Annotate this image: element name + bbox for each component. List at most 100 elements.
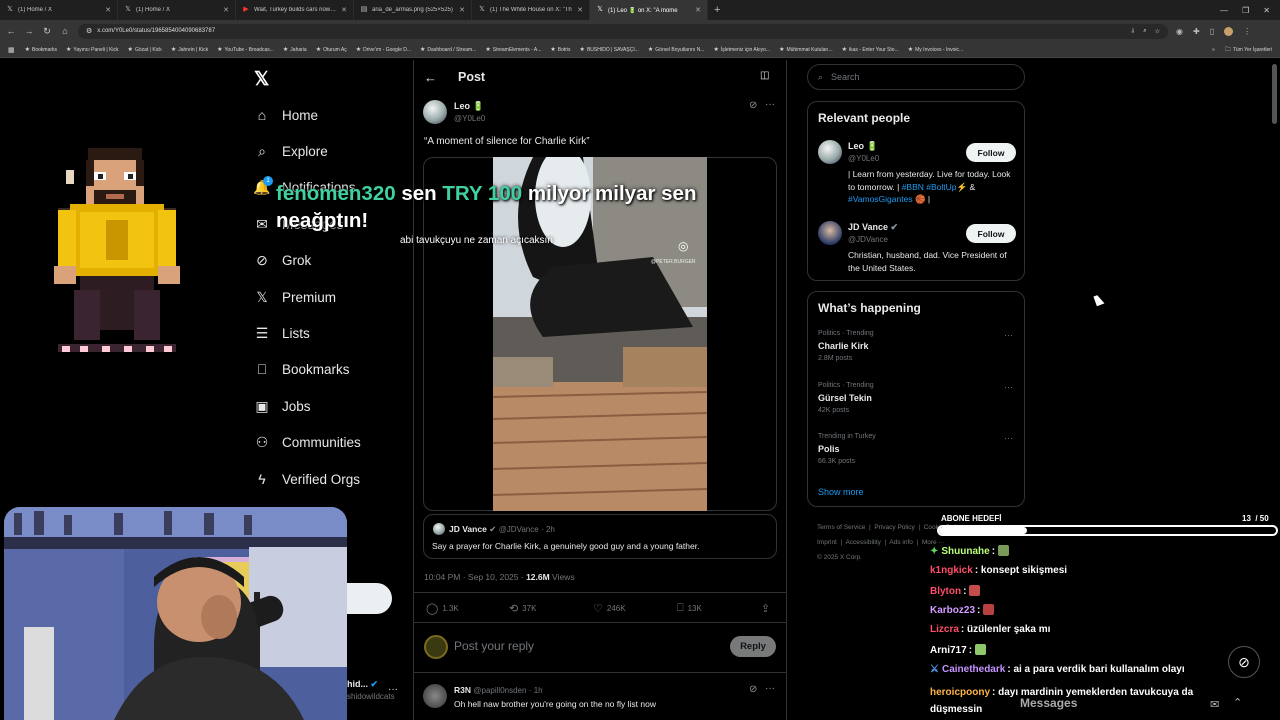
nav-item-premium[interactable]: 𝕏 Premium: [254, 289, 336, 305]
new-tab-button[interactable]: +: [708, 4, 726, 16]
reply-input[interactable]: Post your reply: [454, 639, 534, 653]
author-handle[interactable]: @Y0Le0: [454, 114, 485, 123]
nav-item-home[interactable]: ⌂ Home: [254, 107, 318, 123]
bookmark-item[interactable]: ★ Drive'ım - Google D...: [356, 46, 411, 54]
bookmark-item[interactable]: ★ Jaharia: [283, 46, 307, 54]
trend-more-icon[interactable]: ···: [1004, 382, 1013, 392]
nav-item-bookmarks[interactable]: ⎕ Bookmarks: [254, 361, 350, 378]
bookmark-item[interactable]: ★ StreamElements - A...: [485, 46, 541, 54]
apps-grid-icon[interactable]: ▦: [8, 46, 15, 54]
browser-tab[interactable]: 𝕏 (1) The White House on X: "Th ✕: [472, 0, 590, 20]
search-input[interactable]: ⌕ Search: [807, 64, 1025, 90]
reply-author-handle[interactable]: @papill0nsden: [473, 686, 526, 695]
zoom-icon[interactable]: ⌕: [1143, 28, 1146, 35]
home-icon[interactable]: ⌂: [60, 26, 70, 36]
expand-up-icon[interactable]: ⌃: [1233, 696, 1242, 709]
new-message-icon[interactable]: ✉: [1210, 698, 1219, 711]
page-scrollbar[interactable]: [1272, 64, 1277, 124]
tab-close-icon[interactable]: ✕: [459, 6, 465, 14]
profile-avatar-icon[interactable]: [1224, 26, 1234, 36]
browser-tab[interactable]: ▤ ana_de_armas.png (525×525) ✕: [354, 0, 472, 20]
trend-more-icon[interactable]: ···: [1004, 330, 1013, 340]
footer-link[interactable]: Imprint: [817, 539, 837, 546]
bookmark-item[interactable]: ★ BUSHIDO | SAVAŞÇI...: [580, 46, 639, 54]
more-options-icon[interactable]: ···: [765, 99, 775, 110]
reply-more-icon[interactable]: ···: [765, 683, 775, 694]
bookmark-item[interactable]: ★ Mühimmat Kutuları...: [779, 46, 833, 54]
bookmark-star-icon[interactable]: ☆: [1155, 28, 1160, 35]
reply-author-name[interactable]: R3N: [454, 685, 471, 695]
bio-hashtag[interactable]: #VamosGigantes: [848, 194, 913, 204]
bookmark-item[interactable]: ★ ikas - Enter Your Sto...: [842, 46, 899, 54]
like-action[interactable]: ♡ 246K: [593, 602, 626, 615]
tab-close-icon[interactable]: ✕: [695, 6, 701, 14]
maximize-icon[interactable]: ❐: [1242, 6, 1249, 15]
tab-close-icon[interactable]: ✕: [341, 6, 347, 14]
bookmark-item[interactable]: ★ My Invoices - Invoic...: [908, 46, 963, 54]
bio-hashtag[interactable]: #BBN #BoltUp⚡: [902, 182, 967, 192]
minimize-icon[interactable]: —: [1220, 6, 1228, 15]
bookmark-item[interactable]: ★ Gözat | Kick: [128, 46, 162, 54]
sidebar-icon[interactable]: ▯: [1210, 27, 1214, 36]
footer-link[interactable]: Ads info: [889, 539, 913, 546]
bookmark-item[interactable]: ★ Botrix: [550, 46, 570, 54]
person-avatar[interactable]: [818, 140, 842, 164]
bookmark-item[interactable]: ★ Görsel Boyutlarını N...: [648, 46, 705, 54]
install-icon[interactable]: ⇩: [1130, 28, 1135, 35]
reply-action[interactable]: ◯ 1.3K: [426, 602, 459, 615]
trend-item[interactable]: Trending in Turkey Polis 66.3K posts ···: [818, 433, 1018, 465]
back-icon[interactable]: ←: [6, 26, 16, 36]
bookmark-item[interactable]: ★ Bookmarks: [25, 46, 57, 54]
person-avatar[interactable]: [818, 221, 842, 245]
nav-item-explore[interactable]: ⌕ Explore: [254, 143, 328, 159]
person-name[interactable]: JD Vance: [848, 222, 888, 232]
nav-item-jobs[interactable]: ▣ Jobs: [254, 398, 310, 414]
bookmark-item[interactable]: ★ Yayıncı Paneli | Kick: [66, 46, 119, 54]
nav-item-communities[interactable]: ⚇ Communities: [254, 434, 361, 451]
person-handle[interactable]: @Y0Le0: [848, 154, 879, 163]
bookmarks-overflow-icon[interactable]: »: [1212, 47, 1215, 53]
bookmark-action[interactable]: ⎕ 13K: [677, 602, 702, 615]
reload-icon[interactable]: ↻: [42, 26, 52, 37]
bookmark-item[interactable]: ★ YouTube - Broadcas...: [217, 46, 274, 54]
tab-close-icon[interactable]: ✕: [223, 6, 229, 14]
repost-action[interactable]: ⟲ 37K: [509, 602, 536, 615]
follow-button[interactable]: Follow: [966, 143, 1016, 162]
person-name[interactable]: Leo 🔋: [848, 141, 878, 152]
follow-button[interactable]: Follow: [966, 224, 1016, 243]
trend-item[interactable]: Politics · Trending Gürsel Tekin 42K posts…: [818, 382, 1018, 414]
trend-more-icon[interactable]: ···: [1004, 433, 1013, 443]
reply-button[interactable]: Reply: [730, 636, 776, 657]
browser-tab[interactable]: ▶ Wait, Turkey builds cars now? T ✕: [236, 0, 354, 20]
grok-fab-icon[interactable]: ⊘: [1228, 646, 1260, 678]
close-window-icon[interactable]: ✕: [1263, 6, 1270, 15]
show-more-link[interactable]: Show more: [818, 487, 864, 497]
browser-tab[interactable]: 𝕏 (1) Home / X ✕: [118, 0, 236, 20]
menu-kebab-icon[interactable]: ⋮: [1243, 27, 1251, 36]
reply-avatar[interactable]: [423, 684, 447, 708]
author-avatar[interactable]: [423, 100, 447, 124]
all-bookmarks-link[interactable]: 🗀 Tüm Yer İşaretleri: [1225, 45, 1272, 55]
bookmark-item[interactable]: ★ Jahrein | Kick: [171, 46, 208, 54]
tab-close-icon[interactable]: ✕: [577, 6, 583, 14]
bookmark-item[interactable]: ★ Dashboard / Stream...: [420, 46, 476, 54]
person-handle[interactable]: @JDVance: [848, 235, 888, 244]
url-input[interactable]: ⚙ x.com/Y0Le0/status/1965854004090683787…: [78, 23, 1168, 39]
bookmark-item[interactable]: ★ Oturum Aç: [316, 46, 347, 54]
reader-mode-icon[interactable]: ◫: [760, 70, 769, 81]
nav-item-verified-orgs[interactable]: ϟ Verified Orgs: [254, 471, 360, 487]
extensions-puzzle-icon[interactable]: ✚: [1193, 27, 1200, 36]
share-action[interactable]: ⇪: [761, 602, 770, 615]
reply-grok-icon[interactable]: ⊘: [749, 684, 757, 695]
nav-item-lists[interactable]: ☰ Lists: [254, 325, 310, 341]
profile-more-icon[interactable]: ···: [388, 684, 398, 695]
bookmark-item[interactable]: ★ İşletmeniz için Akıyo...: [713, 46, 770, 54]
footer-link[interactable]: Accessibility: [845, 539, 880, 546]
nav-item-grok[interactable]: ⊘ Grok: [254, 252, 311, 269]
x-logo-icon[interactable]: 𝕏: [254, 68, 269, 91]
footer-link[interactable]: Privacy Policy: [874, 524, 914, 531]
quoted-post[interactable]: JD Vance ✔ @JDVance · 2h Say a prayer fo…: [423, 514, 777, 559]
grok-icon[interactable]: ⊘: [749, 100, 757, 111]
footer-link[interactable]: Terms of Service: [817, 524, 865, 531]
browser-tab[interactable]: 𝕏 (1) Home / X ✕: [0, 0, 118, 20]
